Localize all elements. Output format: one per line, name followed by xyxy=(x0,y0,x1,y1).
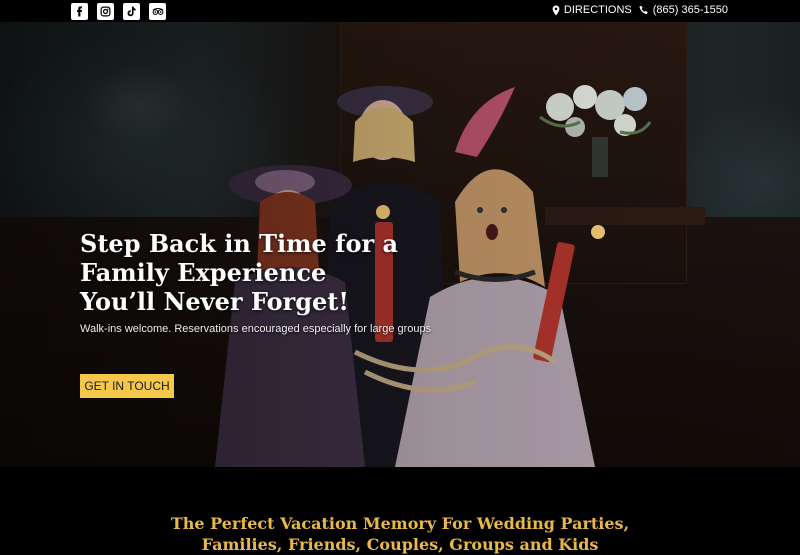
hero-headline: Step Back in Time for a Family Experienc… xyxy=(80,229,500,316)
instagram-link[interactable] xyxy=(97,3,114,20)
get-in-touch-button[interactable]: GET IN TOUCH xyxy=(80,374,174,398)
tripadvisor-icon xyxy=(152,7,163,15)
top-bar: DIRECTIONS (865) 365-1550 xyxy=(0,0,800,22)
contact-bar: DIRECTIONS (865) 365-1550 xyxy=(552,4,728,16)
directions-label: DIRECTIONS xyxy=(563,4,632,16)
tripadvisor-link[interactable] xyxy=(149,3,166,20)
tiktok-link[interactable] xyxy=(123,3,140,20)
facebook-icon xyxy=(77,6,83,17)
hero-content: Step Back in Time for a Family Experienc… xyxy=(80,229,500,335)
headline-line: Family Experience xyxy=(80,258,327,287)
directions-link[interactable]: DIRECTIONS xyxy=(552,4,632,16)
facebook-link[interactable] xyxy=(71,3,88,20)
instagram-icon xyxy=(100,6,111,17)
section-tagline: The Perfect Vacation Memory For Wedding … xyxy=(0,513,800,555)
phone-number: (865) 365-1550 xyxy=(652,4,728,16)
tagline-line-2: Families, Friends, Couples, Groups and K… xyxy=(201,535,599,554)
headline-line: Step Back in Time for a xyxy=(80,229,399,258)
phone-link[interactable]: (865) 365-1550 xyxy=(639,4,728,16)
tagline-line-1: The Perfect Vacation Memory For Wedding … xyxy=(170,514,630,533)
map-pin-icon xyxy=(552,5,560,15)
phone-icon xyxy=(639,5,648,14)
headline-line: You’ll Never Forget! xyxy=(80,287,349,316)
social-links xyxy=(71,3,166,20)
tiktok-icon xyxy=(127,6,136,17)
hero-subline: Walk-ins welcome. Reservations encourage… xyxy=(80,323,432,335)
